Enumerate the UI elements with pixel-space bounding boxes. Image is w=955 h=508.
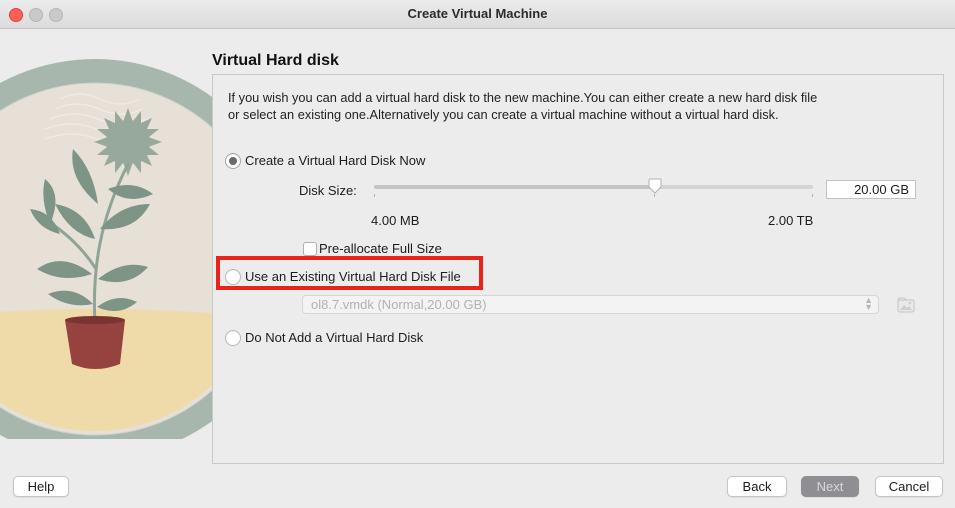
disk-size-input[interactable]: 20.00 GB <box>826 180 916 199</box>
description-text: If you wish you can add a virtual hard d… <box>228 90 818 122</box>
no-disk-radio[interactable] <box>225 330 241 346</box>
next-button[interactable]: Next <box>801 476 859 497</box>
slider-min-label: 4.00 MB <box>371 213 420 228</box>
disk-size-label: Disk Size: <box>299 183 357 198</box>
highlight-box <box>216 256 483 290</box>
slider-tick-mid <box>654 194 655 197</box>
cancel-button[interactable]: Cancel <box>875 476 943 497</box>
updown-chevron-icon: ▲ ▼ <box>864 295 873 312</box>
slider-max-label: 2.00 TB <box>768 213 814 228</box>
slider-tick-min <box>374 194 375 197</box>
help-button[interactable]: Help <box>13 476 69 497</box>
page-title: Virtual Hard disk <box>212 52 339 69</box>
existing-disk-value: ol8.7.vmdk (Normal,20.00 GB) <box>311 297 487 312</box>
window-title: Create Virtual Machine <box>407 6 548 21</box>
preallocate-label[interactable]: Pre-allocate Full Size <box>319 241 442 256</box>
no-disk-label[interactable]: Do Not Add a Virtual Hard Disk <box>245 330 423 345</box>
disk-size-value: 20.00 GB <box>854 182 909 197</box>
back-button[interactable]: Back <box>727 476 787 497</box>
slider-fill <box>374 185 655 189</box>
existing-disk-select[interactable]: ol8.7.vmdk (Normal,20.00 GB) ▲ ▼ <box>302 295 879 314</box>
title-bar: Create Virtual Machine <box>0 0 955 29</box>
create-disk-now-radio[interactable] <box>225 153 241 169</box>
preallocate-checkbox[interactable] <box>303 242 317 256</box>
slider-tick-max <box>812 194 813 197</box>
disk-size-slider[interactable] <box>374 178 813 194</box>
create-disk-now-label[interactable]: Create a Virtual Hard Disk Now <box>245 153 425 168</box>
choose-file-icon[interactable] <box>897 297 915 313</box>
slider-thumb[interactable] <box>648 178 662 194</box>
